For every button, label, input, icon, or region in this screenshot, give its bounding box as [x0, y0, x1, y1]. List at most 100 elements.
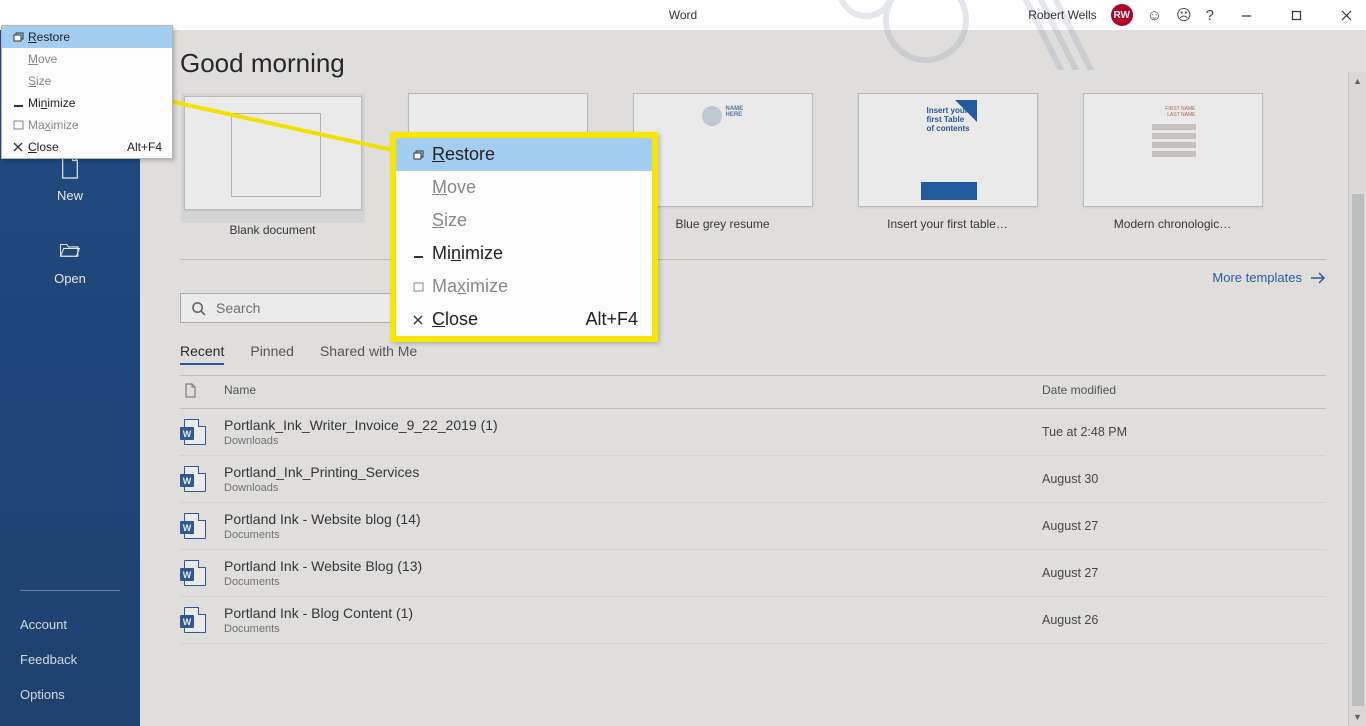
menu-item-label: Minimize: [432, 243, 503, 264]
tab-recent[interactable]: Recent: [180, 339, 224, 365]
sidebar-account[interactable]: Account: [20, 617, 120, 632]
file-path: Downloads: [224, 435, 1042, 447]
table-header: Name Date modified: [180, 376, 1326, 409]
sad-face-icon[interactable]: ☹: [1176, 6, 1192, 24]
more-templates-link[interactable]: More templates: [1212, 270, 1326, 285]
menu-item-close[interactable]: CloseAlt+F4: [396, 303, 652, 336]
happy-face-icon[interactable]: ☺: [1147, 7, 1162, 24]
scroll-down-button[interactable]: ▼: [1349, 708, 1366, 726]
callout-connector: [140, 90, 400, 180]
menu-item-restore[interactable]: Restore: [396, 138, 652, 171]
sidebar-item-label: Open: [54, 271, 86, 286]
table-row[interactable]: WPortland Ink - Blog Content (1)Document…: [180, 597, 1326, 644]
menu-item-minimize[interactable]: Minimize: [396, 237, 652, 270]
sidebar-options[interactable]: Options: [20, 687, 120, 702]
file-modified: August 27: [1042, 566, 1322, 580]
menu-item-size: Size: [396, 204, 652, 237]
sidebar-item-label: New: [57, 188, 83, 203]
search-icon: [191, 301, 206, 316]
close-icon: [404, 315, 432, 325]
file-path: Documents: [224, 623, 1042, 635]
table-row[interactable]: WPortland_Ink_Printing_Services Downloads…: [180, 456, 1326, 503]
menu-item-label: Restore: [28, 30, 70, 44]
file-modified: August 30: [1042, 472, 1322, 486]
user-avatar[interactable]: RW: [1111, 4, 1133, 26]
table-row[interactable]: WPortland Ink - Website blog (14) Documen…: [180, 503, 1326, 550]
file-icon: W: [184, 419, 224, 445]
open-folder-icon: [59, 237, 81, 263]
file-modified: Tue at 2:48 PM: [1042, 425, 1322, 439]
menu-item-restore[interactable]: Restore: [2, 26, 172, 48]
sidebar-feedback[interactable]: Feedback: [20, 652, 120, 667]
menu-item-minimize[interactable]: Minimize: [2, 92, 172, 114]
scroll-up-button[interactable]: ▲: [1349, 72, 1366, 90]
title-bar: Word Robert Wells RW ☺ ☹ ?: [0, 0, 1366, 30]
menu-item-label: Close: [28, 140, 59, 154]
menu-item-label: Minimize: [28, 96, 75, 110]
menu-item-maximize: Maximize: [396, 270, 652, 303]
window-minimize-button[interactable]: [1228, 1, 1264, 29]
menu-item-close[interactable]: Close Alt+F4: [2, 136, 172, 158]
menu-item-label: Size: [432, 210, 467, 231]
vertical-scrollbar[interactable]: ▲ ▼: [1348, 72, 1366, 726]
template-modern-chronological[interactable]: FIRST NAME LAST NAME Modern chronologic…: [1080, 93, 1265, 237]
file-icon: W: [184, 466, 224, 492]
menu-item-size: Size: [2, 70, 172, 92]
template-label: Blue grey resume: [675, 217, 769, 231]
file-tabs: Recent Pinned Shared with Me: [180, 339, 1326, 365]
min-icon: [8, 98, 28, 108]
menu-item-label: Size: [28, 74, 51, 88]
max-icon: [8, 120, 28, 130]
restore-icon: [8, 32, 28, 42]
arrow-right-icon: [1310, 272, 1326, 284]
file-name: Portland Ink - Website blog (14): [224, 511, 1042, 527]
template-label: Insert your first table…: [887, 217, 1008, 231]
menu-item-shortcut: Alt+F4: [557, 309, 638, 330]
restore-icon: [404, 150, 432, 160]
window-close-button[interactable]: [1328, 1, 1364, 29]
tab-shared-with-me[interactable]: Shared with Me: [320, 339, 417, 365]
menu-item-shortcut: Alt+F4: [99, 140, 162, 154]
menu-item-label: Maximize: [28, 118, 79, 132]
column-name[interactable]: Name: [224, 383, 1042, 401]
window-maximize-button[interactable]: [1278, 1, 1314, 29]
file-path: Documents: [224, 576, 1042, 588]
close-icon: [8, 142, 28, 152]
file-icon: W: [184, 560, 224, 586]
recent-files-table: Name Date modified WPortlank_Ink_Writer_…: [180, 375, 1326, 644]
tab-pinned[interactable]: Pinned: [250, 339, 294, 365]
user-name[interactable]: Robert Wells: [1028, 8, 1096, 22]
greeting-heading: Good morning: [180, 48, 1326, 79]
more-templates-label: More templates: [1212, 270, 1302, 285]
table-row[interactable]: WPortland Ink - Website Blog (13)Documen…: [180, 550, 1326, 597]
file-name: Portlank_Ink_Writer_Invoice_9_22_2019 (1…: [224, 417, 1042, 433]
menu-item-maximize: Maximize: [2, 114, 172, 136]
file-name: Portland_Ink_Printing_Services: [224, 464, 1042, 480]
template-insert-first-table[interactable]: Insert your first Table of contents Inse…: [855, 93, 1040, 237]
file-path: Downloads: [224, 482, 1042, 494]
scroll-thumb[interactable]: [1352, 194, 1364, 706]
system-menu-small: Restore Move Size Minimize Maximize Close Alt+…: [1, 25, 173, 159]
menu-item-label: Move: [28, 52, 57, 66]
max-icon: [404, 282, 432, 292]
min-icon: [404, 249, 432, 259]
menu-item-label: Restore: [432, 144, 495, 165]
table-row[interactable]: WPortlank_Ink_Writer_Invoice_9_22_2019 (…: [180, 409, 1326, 456]
file-icon: W: [184, 513, 224, 539]
menu-item-move: Move: [396, 171, 652, 204]
column-date-modified[interactable]: Date modified: [1042, 383, 1322, 401]
sidebar-item-open[interactable]: Open: [0, 223, 140, 306]
file-modified: August 26: [1042, 613, 1322, 627]
menu-item-label: Maximize: [432, 276, 508, 297]
system-menu-zoom: Restore Move Size Minimize Maximize CloseAlt+…: [390, 132, 658, 342]
help-icon[interactable]: ?: [1206, 7, 1214, 24]
file-icon: W: [184, 607, 224, 633]
column-icon[interactable]: [184, 383, 224, 401]
template-label: Blank document: [229, 223, 315, 237]
file-path: Documents: [224, 529, 1042, 541]
menu-item-label: Move: [432, 177, 476, 198]
menu-item-move: Move: [2, 48, 172, 70]
sidebar-divider: [20, 590, 120, 591]
file-modified: August 27: [1042, 519, 1322, 533]
app-title: Word: [669, 8, 697, 22]
